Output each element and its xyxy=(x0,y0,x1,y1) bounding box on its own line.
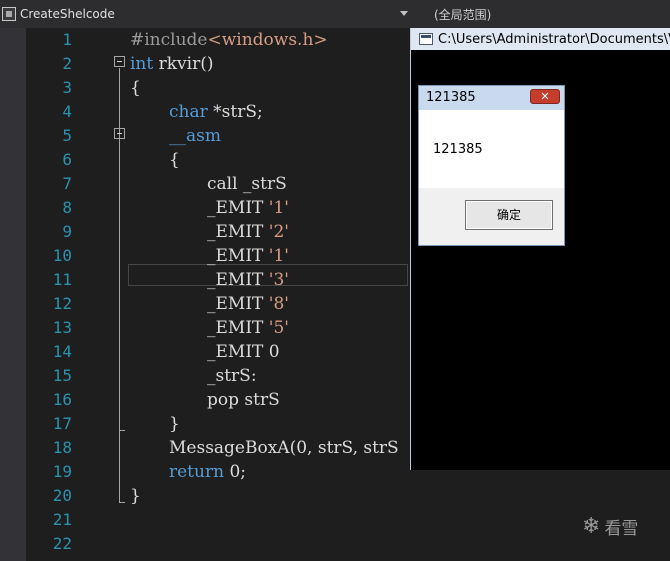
code-text: _EMIT '2' xyxy=(207,222,289,242)
line-number: 20 xyxy=(52,486,72,505)
code-text: _EMIT '1' xyxy=(207,246,289,266)
global-scope-dropdown[interactable]: (全局范围) xyxy=(418,0,670,28)
line-number: 16 xyxy=(52,390,72,409)
code-text: _EMIT 0 xyxy=(207,342,280,362)
console-title-bar[interactable]: C:\Users\Administrator\Documents\Vis xyxy=(411,28,670,50)
project-scope-dropdown[interactable]: CreateShelcode xyxy=(0,0,412,28)
line-number: 17 xyxy=(52,414,72,433)
line-number: 22 xyxy=(52,534,72,553)
line-number: 11 xyxy=(52,270,72,289)
code-text: _strS: xyxy=(207,366,257,386)
line-number: 2 xyxy=(62,54,72,73)
navigation-bar: CreateShelcode (全局范围) xyxy=(0,0,670,29)
code-text: #include<windows.h> xyxy=(130,30,328,50)
code-line: 22 xyxy=(0,532,670,556)
code-text: } xyxy=(169,414,180,434)
code-text: MessageBoxA(0, strS, strS xyxy=(169,438,399,458)
chevron-down-icon xyxy=(400,11,408,16)
project-icon xyxy=(2,7,16,21)
code-text: { xyxy=(169,150,180,170)
line-number: 18 xyxy=(52,438,72,457)
watermark-text: 看雪 xyxy=(604,519,639,539)
message-box-body: 121385 xyxy=(419,110,564,188)
message-box-title-bar[interactable]: 121385 ✕ xyxy=(419,86,564,110)
line-number: 4 xyxy=(62,102,72,121)
line-number: 8 xyxy=(62,198,72,217)
code-text: return 0; xyxy=(169,462,246,482)
code-text: __asm xyxy=(169,126,221,146)
console-title: C:\Users\Administrator\Documents\Vis xyxy=(438,31,670,47)
line-number: 14 xyxy=(52,342,72,361)
global-scope-label: (全局范围) xyxy=(434,7,492,22)
code-text: _EMIT '3' xyxy=(207,270,289,290)
line-number: 6 xyxy=(62,150,72,169)
code-text: int rkvir() xyxy=(130,54,214,74)
code-text: _EMIT '1' xyxy=(207,198,289,218)
line-number: 10 xyxy=(52,246,72,265)
line-number: 15 xyxy=(52,366,72,385)
close-button[interactable]: ✕ xyxy=(530,89,560,104)
code-text: pop strS xyxy=(207,390,280,410)
line-number: 19 xyxy=(52,462,72,481)
line-number: 5 xyxy=(62,126,72,145)
line-number: 7 xyxy=(62,174,72,193)
line-number: 13 xyxy=(52,318,72,337)
message-box-dialog: 121385 ✕ 121385 确定 xyxy=(418,85,565,246)
code-line: 20 } xyxy=(0,484,670,508)
console-app-icon xyxy=(419,33,433,45)
code-text: _EMIT '8' xyxy=(207,294,289,314)
line-number: 12 xyxy=(52,294,72,313)
message-box-title: 121385 xyxy=(426,90,476,105)
line-number: 3 xyxy=(62,78,72,97)
code-text: char *strS; xyxy=(169,102,263,122)
snowflake-icon: ❄ xyxy=(582,514,601,539)
message-text: 121385 xyxy=(433,142,483,157)
code-text: _EMIT '5' xyxy=(207,318,289,338)
ok-button[interactable]: 确定 xyxy=(465,200,553,230)
code-text: { xyxy=(130,78,141,98)
line-number: 21 xyxy=(52,510,72,529)
code-line: 21 xyxy=(0,508,670,532)
project-scope-label: CreateShelcode xyxy=(20,7,115,21)
line-number: 9 xyxy=(62,222,72,241)
code-text: call _strS xyxy=(207,174,287,194)
line-number: 1 xyxy=(62,30,72,49)
code-text: } xyxy=(130,486,141,506)
watermark: ❄ 看雪 xyxy=(582,514,638,539)
